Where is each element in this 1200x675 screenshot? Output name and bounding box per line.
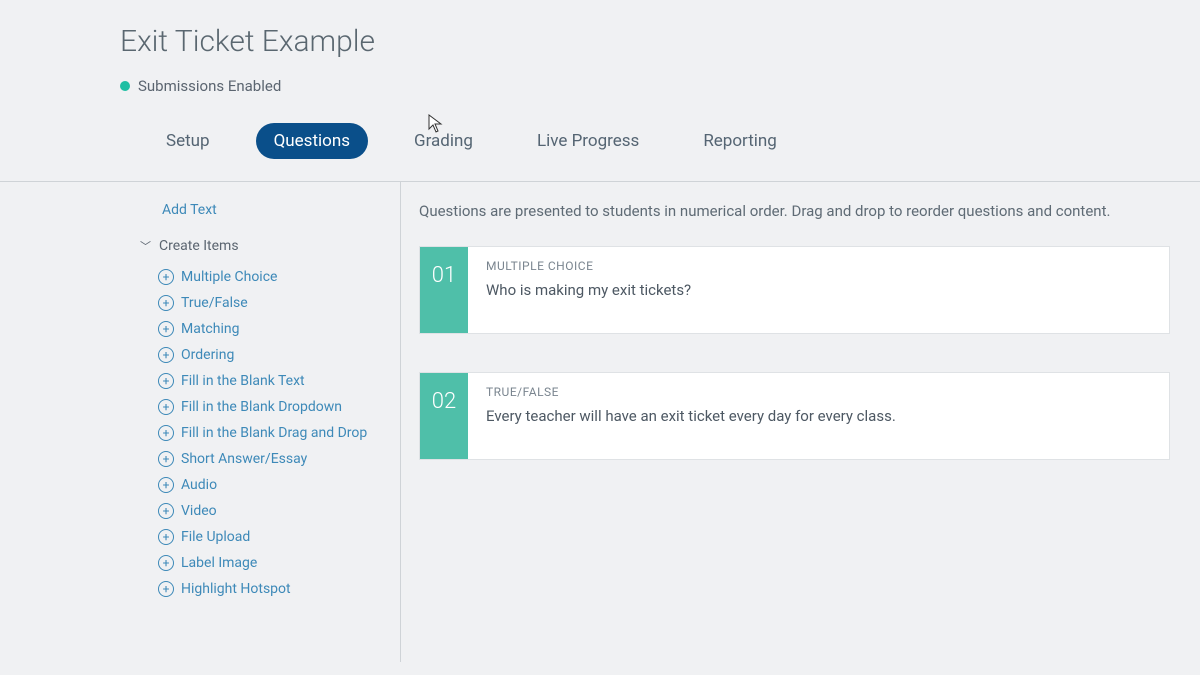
item-short-answer[interactable]: + Short Answer/Essay — [158, 446, 400, 472]
item-label: Highlight Hotspot — [181, 581, 291, 597]
question-text: Who is making my exit tickets? — [486, 281, 1151, 299]
chevron-down-icon: ﹀ — [140, 238, 151, 254]
plus-icon: + — [158, 425, 174, 441]
plus-icon: + — [158, 477, 174, 493]
item-fill-blank-drag-drop[interactable]: + Fill in the Blank Drag and Drop — [158, 420, 400, 446]
item-matching[interactable]: + Matching — [158, 316, 400, 342]
tab-reporting[interactable]: Reporting — [685, 123, 795, 159]
item-highlight-hotspot[interactable]: + Highlight Hotspot — [158, 576, 400, 602]
plus-icon: + — [158, 503, 174, 519]
item-video[interactable]: + Video — [158, 498, 400, 524]
item-label: Matching — [181, 321, 239, 337]
item-ordering[interactable]: + Ordering — [158, 342, 400, 368]
plus-icon: + — [158, 451, 174, 467]
item-fill-blank-text[interactable]: + Fill in the Blank Text — [158, 368, 400, 394]
item-label: Fill in the Blank Drag and Drop — [181, 425, 367, 441]
reorder-instruction: Questions are presented to students in n… — [419, 202, 1170, 246]
tab-grading[interactable]: Grading — [396, 123, 491, 159]
page-title: Exit Ticket Example — [0, 24, 1200, 77]
tab-live-progress[interactable]: Live Progress — [519, 123, 657, 159]
item-label: Video — [181, 503, 217, 519]
plus-icon: + — [158, 269, 174, 285]
plus-icon: + — [158, 321, 174, 337]
item-type-list: + Multiple Choice + True/False + Matching +… — [140, 264, 400, 602]
item-label: True/False — [181, 295, 248, 311]
item-label: Audio — [181, 477, 217, 493]
plus-icon: + — [158, 555, 174, 571]
item-true-false[interactable]: + True/False — [158, 290, 400, 316]
item-label: Short Answer/Essay — [181, 451, 307, 467]
question-body: TRUE/FALSE Every teacher will have an ex… — [468, 373, 1169, 459]
submission-status: Submissions Enabled — [0, 77, 1200, 123]
status-dot-icon — [120, 81, 130, 91]
item-fill-blank-dropdown[interactable]: + Fill in the Blank Dropdown — [158, 394, 400, 420]
question-card[interactable]: 02 TRUE/FALSE Every teacher will have an… — [419, 372, 1170, 460]
item-multiple-choice[interactable]: + Multiple Choice — [158, 264, 400, 290]
create-items-label: Create Items — [159, 238, 239, 254]
item-label: Fill in the Blank Text — [181, 373, 305, 389]
question-type: MULTIPLE CHOICE — [486, 259, 1151, 281]
plus-icon: + — [158, 399, 174, 415]
add-text-link[interactable]: Add Text — [140, 196, 400, 232]
item-label: Ordering — [181, 347, 234, 363]
plus-icon: + — [158, 347, 174, 363]
tabs: Setup Questions Grading Live Progress Re… — [0, 123, 1200, 181]
question-number: 01 — [420, 247, 468, 333]
question-body: MULTIPLE CHOICE Who is making my exit ti… — [468, 247, 1169, 333]
plus-icon: + — [158, 529, 174, 545]
item-label: Multiple Choice — [181, 269, 277, 285]
question-number: 02 — [420, 373, 468, 459]
tab-setup[interactable]: Setup — [148, 123, 228, 159]
question-type: TRUE/FALSE — [486, 385, 1151, 407]
main-panel: Questions are presented to students in n… — [400, 182, 1200, 662]
tab-questions[interactable]: Questions — [256, 123, 368, 159]
plus-icon: + — [158, 581, 174, 597]
item-label-image[interactable]: + Label Image — [158, 550, 400, 576]
sidebar: Add Text ﹀ Create Items + Multiple Choice… — [0, 182, 400, 662]
item-file-upload[interactable]: + File Upload — [158, 524, 400, 550]
status-text: Submissions Enabled — [138, 77, 281, 95]
item-label: Label Image — [181, 555, 257, 571]
question-card[interactable]: 01 MULTIPLE CHOICE Who is making my exit… — [419, 246, 1170, 334]
plus-icon: + — [158, 373, 174, 389]
question-text: Every teacher will have an exit ticket e… — [486, 407, 1151, 425]
plus-icon: + — [158, 295, 174, 311]
item-audio[interactable]: + Audio — [158, 472, 400, 498]
create-items-toggle[interactable]: ﹀ Create Items — [140, 232, 400, 264]
item-label: File Upload — [181, 529, 250, 545]
item-label: Fill in the Blank Dropdown — [181, 399, 342, 415]
